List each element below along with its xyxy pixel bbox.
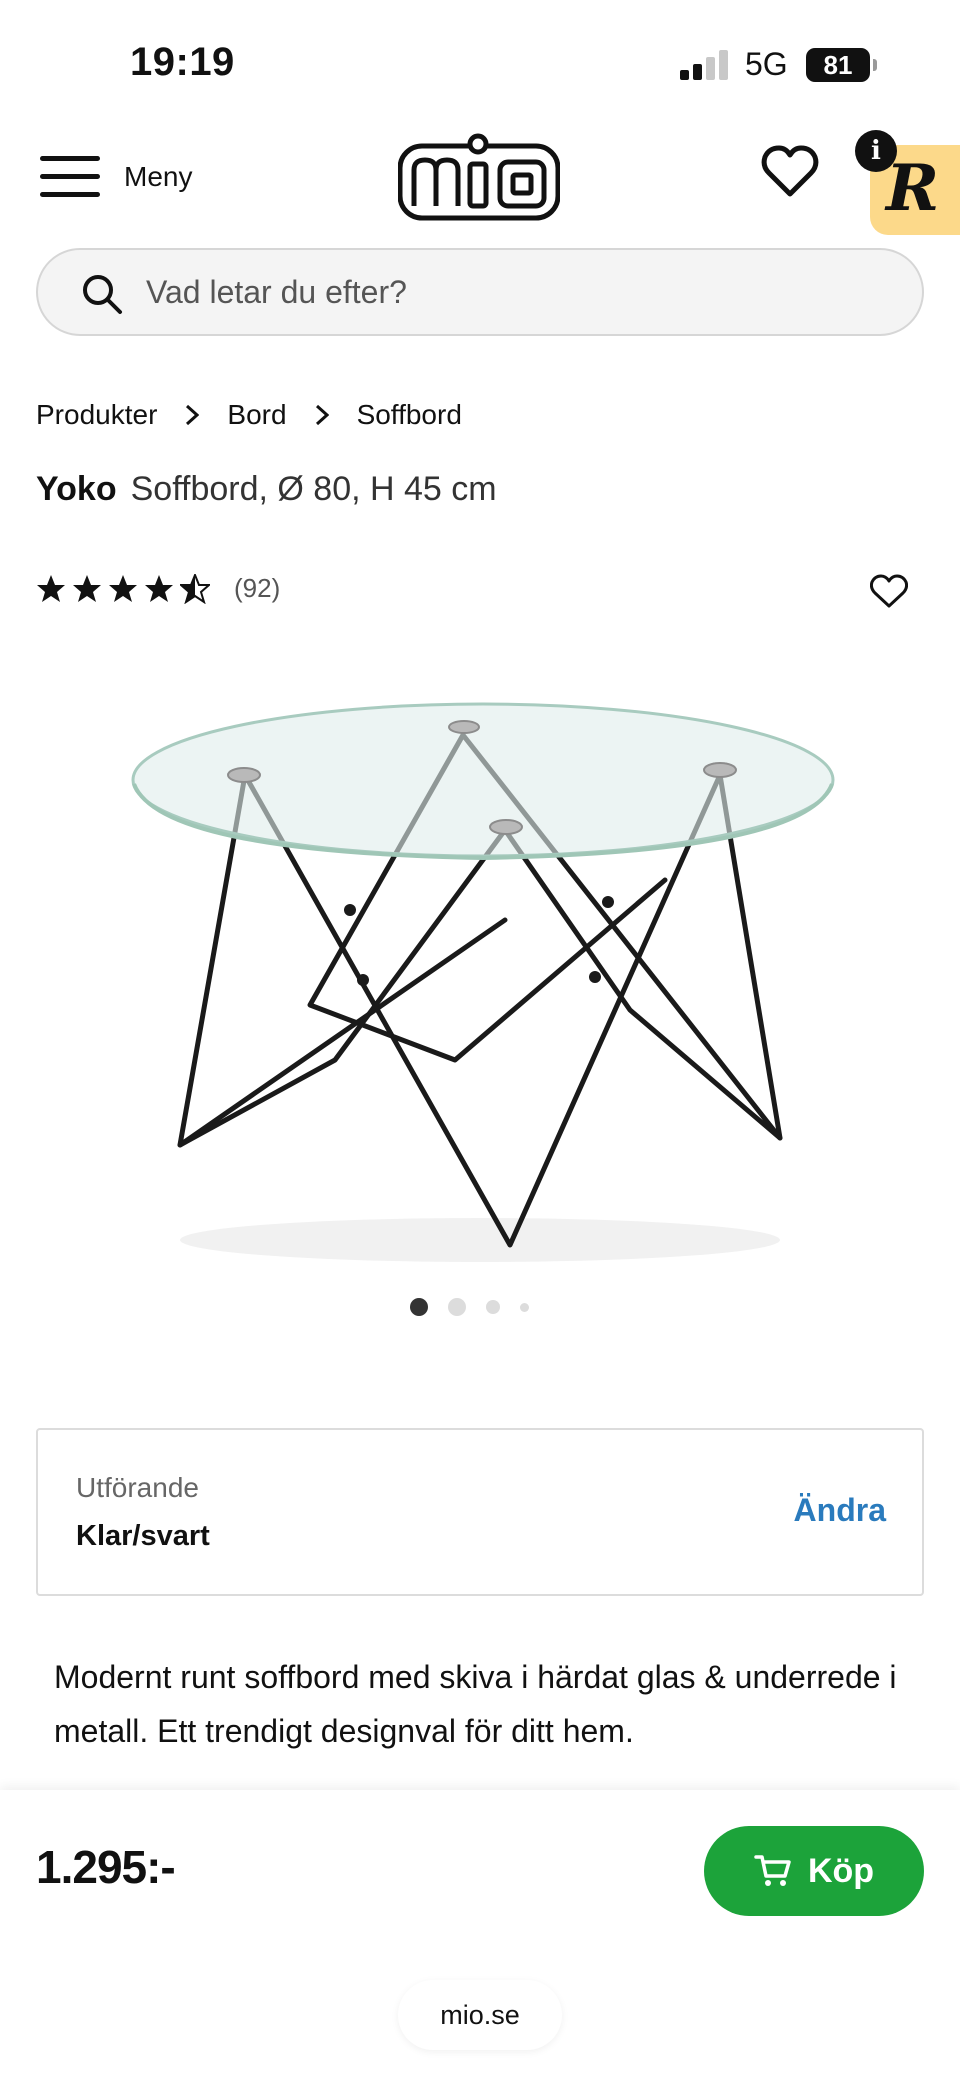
review-count: (92) xyxy=(234,573,281,603)
star-icon xyxy=(73,574,101,602)
star-half-icon xyxy=(180,573,210,604)
breadcrumb-item-soffbord[interactable]: Soffbord xyxy=(357,399,462,431)
carousel-dot[interactable] xyxy=(520,1302,529,1312)
cart-icon xyxy=(754,1855,791,1886)
breadcrumb-item-produkter[interactable]: Produkter xyxy=(36,399,157,431)
battery-level: 81 xyxy=(823,50,853,80)
star-icon xyxy=(37,574,65,602)
carousel-dot[interactable] xyxy=(410,1298,428,1316)
product-price: 1.295:- xyxy=(36,1841,176,1893)
product-description: Modernt runt soffbord med skiva i härdat… xyxy=(54,1659,897,1749)
product-subtitle: Soffbord, Ø 80, H 45 cm xyxy=(130,470,497,508)
status-time: 19:19 xyxy=(130,40,235,84)
buy-button[interactable]: Köp xyxy=(704,1826,924,1916)
mio-logo[interactable] xyxy=(398,130,560,224)
buy-label: Köp xyxy=(807,1851,875,1890)
status-bar: 19:19 5G 81 xyxy=(0,0,960,120)
carousel-dot[interactable] xyxy=(448,1298,466,1316)
favorite-heart-icon[interactable] xyxy=(870,574,908,610)
chevron-right-icon xyxy=(315,404,329,426)
hamburger-menu-icon xyxy=(40,154,100,200)
info-icon[interactable]: i xyxy=(855,130,897,172)
star-icon xyxy=(109,574,137,602)
site-header: Meny R i xyxy=(0,120,960,240)
variant-selector[interactable]: Utförande Klar/svart Ändra xyxy=(36,1428,924,1596)
product-image[interactable] xyxy=(120,680,840,1270)
heart-icon[interactable] xyxy=(760,142,820,202)
change-variant-link[interactable]: Ändra xyxy=(794,1492,886,1529)
image-carousel-dots[interactable] xyxy=(410,1298,549,1316)
browser-url[interactable]: mio.se xyxy=(398,1980,562,2050)
chevron-right-icon xyxy=(186,404,200,426)
variant-label: Utförande xyxy=(76,1472,199,1503)
search-input[interactable] xyxy=(146,250,846,334)
network-label: 5G xyxy=(745,46,788,82)
menu-button[interactable]: Meny xyxy=(40,142,192,212)
signal-strength-icon xyxy=(680,50,732,80)
search-icon xyxy=(83,275,122,314)
search-bar[interactable] xyxy=(36,248,924,336)
product-brand: Yoko xyxy=(36,470,117,508)
rating-row[interactable]: (92) xyxy=(36,573,280,604)
variant-value: Klar/svart xyxy=(76,1520,210,1552)
star-rating xyxy=(36,573,216,604)
star-icon xyxy=(145,574,173,602)
carousel-dot[interactable] xyxy=(486,1300,500,1314)
purchase-bar: 1.295:- Köp mio.se xyxy=(0,1790,960,2081)
product-title: Yoko Soffbord, Ø 80, H 45 cm xyxy=(36,470,497,509)
breadcrumb: Produkter Bord Soffbord xyxy=(36,395,462,435)
battery-icon: 81 xyxy=(806,48,877,82)
menu-label: Meny xyxy=(124,161,193,192)
breadcrumb-item-bord[interactable]: Bord xyxy=(227,399,286,431)
